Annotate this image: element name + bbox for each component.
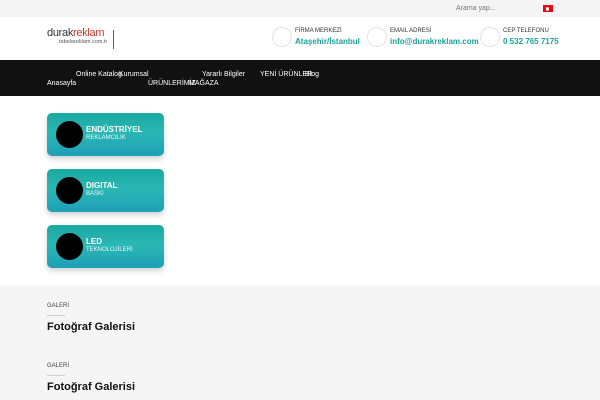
search-input[interactable]	[456, 3, 536, 14]
service-card-endustriyel[interactable]: ENDÜSTRİYEL REKLAMCILIK	[47, 113, 164, 156]
service-title: ENDÜSTRİYEL	[86, 125, 143, 134]
service-subtitle: BASKI	[86, 191, 104, 197]
logo-wordmark: durakreklam	[47, 27, 105, 39]
site-header: durakreklam tabelareklam.com.tr FİRMA ME…	[0, 17, 600, 60]
service-card-led[interactable]: LED TEKNOLOJİLERİ	[47, 225, 164, 268]
email-link[interactable]: info@durakreklam.com	[390, 37, 479, 46]
nav-item-magaza[interactable]: MAĞAZA	[189, 80, 219, 87]
nav-item-online-katalog[interactable]: Online Katalog	[76, 71, 122, 78]
tr-flag-icon[interactable]	[543, 5, 553, 12]
top-bar	[0, 0, 600, 17]
location-icon	[272, 27, 292, 47]
nav-item-anasayfa[interactable]: Anasayfa	[47, 80, 76, 87]
service-icon	[56, 121, 83, 148]
nav-item-blog[interactable]: Blog	[305, 71, 319, 78]
phone-icon	[480, 27, 500, 47]
service-icon	[56, 233, 83, 260]
service-icon	[56, 177, 83, 204]
service-title: DIGITAL	[86, 181, 118, 190]
gallery-divider	[47, 315, 65, 316]
gallery-label: GALERİ	[47, 303, 70, 309]
service-subtitle: REKLAMCILIK	[86, 135, 126, 141]
nav-item-yararli-bilgiler[interactable]: Yararlı Bilgiler	[202, 71, 245, 78]
service-card-digital[interactable]: DIGITAL BASKI	[47, 169, 164, 212]
nav-item-kurumsal[interactable]: Kurumsal	[119, 71, 149, 78]
mail-icon	[367, 27, 387, 47]
site-logo[interactable]: durakreklam tabelareklam.com.tr	[47, 27, 117, 51]
email-label: EMAIL ADRESİ	[390, 28, 432, 34]
phone-label: CEP TELEFONU	[503, 28, 549, 34]
gallery-label: GALERİ	[47, 363, 70, 369]
service-title: LED	[86, 237, 102, 246]
logo-divider	[113, 30, 114, 49]
gallery-title[interactable]: Fotoğraf Galerisi	[47, 321, 135, 333]
phone-link[interactable]: 0 532 765 7175	[503, 37, 559, 46]
service-subtitle: TEKNOLOJİLERİ	[86, 247, 133, 253]
address-value: Ataşehir/İstanbul	[295, 37, 360, 46]
logo-domain: tabelareklam.com.tr	[59, 39, 108, 45]
main-nav: Online Katalog Kurumsal Yararlı Bilgiler…	[0, 60, 600, 96]
address-label: FİRMA MERKEZİ	[295, 28, 342, 34]
gallery-title[interactable]: Fotoğraf Galerisi	[47, 381, 135, 393]
gallery-divider	[47, 375, 65, 376]
